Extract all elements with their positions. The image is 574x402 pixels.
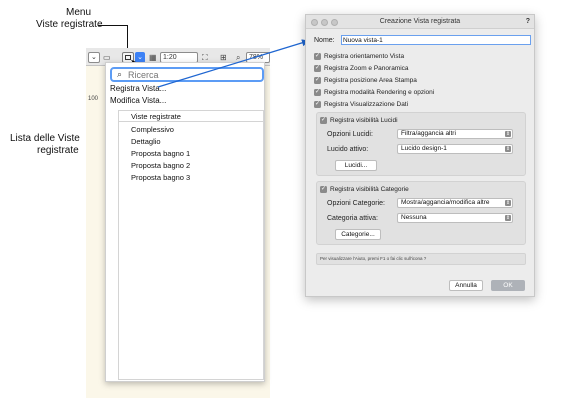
layers-panel: ✓ Registra visibilità Lucidi Opzioni Luc… [316,112,526,176]
create-saved-view-dialog: Creazione Vista registrata ? Nome: ✓ Reg… [305,14,535,297]
chevron-updown-icon: ⇕ [505,200,511,206]
help-status-text: Per visualizzare l'Aiuto, premi F1 o fai… [316,253,526,265]
option-label: Registra Visualizzazione Dati [324,101,409,108]
checkbox-checked[interactable]: ✓ [314,53,321,60]
dialog-titlebar: Creazione Vista registrata ? [306,15,534,29]
select-value: Nessuna [401,214,427,221]
save-view-menu-item[interactable]: Registra Vista... [110,84,166,94]
list-item[interactable]: Proposta bagno 1 [131,149,190,159]
select-value: Filtra/aggancia altri [401,130,456,137]
chevron-updown-icon: ⇕ [505,215,511,221]
chevron-updown-icon: ⇕ [505,131,511,137]
category-options-label: Opzioni Categorie: [327,200,385,207]
help-icon[interactable]: ? [526,17,530,27]
checkbox-checked[interactable]: ✓ [320,186,327,193]
menu-annotation-line-h [98,25,127,26]
active-category-select[interactable]: Nessuna ⇕ [397,213,513,223]
checkbox-checked[interactable]: ✓ [314,77,321,84]
list-annotation-line2: registrate [37,145,79,156]
cancel-button[interactable]: Annulla [449,280,483,291]
list-item[interactable]: Complessivo [131,125,174,135]
chevron-updown-icon: ⇕ [505,146,511,152]
categories-button[interactable]: Categorie... [335,229,381,240]
checkbox-checked[interactable]: ✓ [314,101,321,108]
list-annotation-line1: Lista delle Viste [10,133,80,144]
checkbox-checked[interactable]: ✓ [314,65,321,72]
saved-views-list-header: Viste registrate [119,111,263,122]
search-input[interactable] [128,70,258,80]
option-label: Registra orientamento Vista [324,53,405,60]
list-item[interactable]: Dettaglio [131,137,161,147]
category-options-select[interactable]: Mostra/aggancia/modifica altre ⇕ [397,198,513,208]
saved-views-dropdown: ⌕ Registra Vista... Modifica Vista... Vi… [105,62,265,382]
view-name-input[interactable] [341,35,531,45]
option-label: Registra modalità Rendering e opzioni [324,89,435,96]
checkbox-checked[interactable]: ✓ [320,117,327,124]
class-selector[interactable]: ⌄ [88,52,100,63]
ok-button[interactable]: OK [491,280,525,291]
saved-views-list: Viste registrate Complessivo Dettaglio P… [118,110,264,380]
search-box[interactable]: ⌕ [110,67,264,82]
active-layer-label: Lucido attivo: [327,146,369,153]
layers-button[interactable]: Lucidi... [335,160,377,171]
select-value: Lucido design-1 [401,145,447,152]
name-label: Nome: [314,37,335,44]
dialog-title: Creazione Vista registrata [379,18,461,25]
categories-panel: ✓ Registra visibilità Categorie Opzioni … [316,181,526,245]
option-label: Registra posizione Area Stampa [324,77,417,84]
list-item[interactable]: Proposta bagno 2 [131,161,190,171]
search-icon: ⌕ [117,69,123,79]
active-layer-select[interactable]: Lucido design-1 ⇕ [397,144,513,154]
list-item[interactable]: Proposta bagno 3 [131,173,190,183]
menu-annotation-line1: Menu [66,7,92,18]
select-value: Mostra/aggancia/modifica altre [401,199,490,206]
checkbox-checked[interactable]: ✓ [314,89,321,96]
option-label: Registra visibilità Lucidi [330,117,398,124]
active-category-label: Categoria attiva: [327,215,378,222]
layer-options-label: Opzioni Lucidi: [327,131,373,138]
edit-view-menu-item[interactable]: Modifica Vista... [110,96,166,106]
option-label: Registra visibilità Categorie [330,186,409,193]
menu-annotation-line2: Viste registrate [36,19,103,30]
layer-options-select[interactable]: Filtra/aggancia altri ⇕ [397,129,513,139]
option-label: Registra Zoom e Panoramica [324,65,409,72]
ruler-label: 100 [88,96,99,102]
